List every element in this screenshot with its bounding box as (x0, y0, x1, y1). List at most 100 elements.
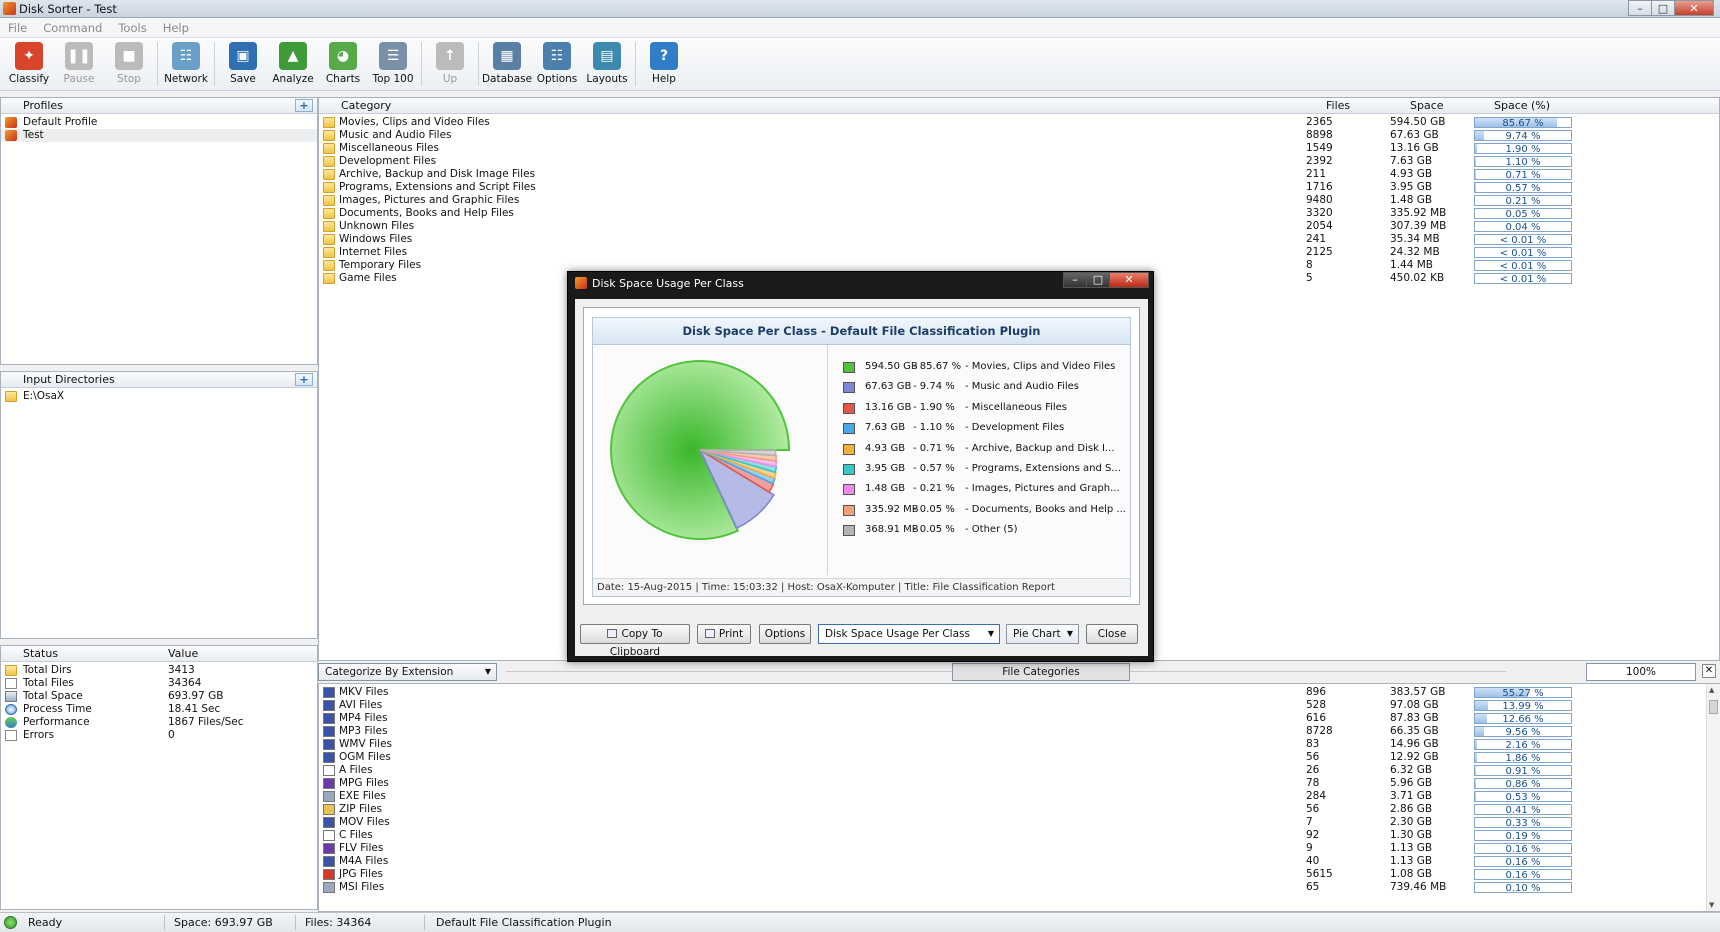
space-col-header[interactable]: Space (1410, 98, 1444, 113)
row-space: 1.08 GB (1390, 868, 1433, 880)
category-col-header[interactable]: Category (341, 98, 391, 113)
classify-button[interactable]: ✦ Classify (4, 38, 54, 88)
top-100-button[interactable]: ☰ Top 100 (368, 38, 418, 88)
pause-icon: ❚❚ (65, 42, 93, 70)
value-col-header: Value (168, 647, 199, 660)
row-files: 2125 (1306, 246, 1333, 258)
profile-item[interactable]: Default Profile (1, 116, 317, 129)
dialog-close-button[interactable]: Close (1086, 624, 1138, 644)
add-profile-button[interactable]: + (295, 99, 313, 112)
categorize-select[interactable]: Categorize By Extension ▼ (318, 663, 497, 681)
analyze-button[interactable]: ▲ Analyze (268, 38, 318, 88)
chart-panel: Disk Space Per Class - Default File Clas… (592, 317, 1131, 597)
table-row[interactable]: C Files 92 1.30 GB 0.19 % (319, 829, 1719, 842)
table-row[interactable]: Miscellaneous Files 1549 13.16 GB 1.90 % (319, 142, 1719, 155)
file-type-icon (323, 869, 335, 880)
table-row[interactable]: MKV Files 896 383.57 GB 55.27 % (319, 686, 1719, 699)
files-col-header[interactable]: Files (1326, 98, 1350, 113)
menu-file[interactable]: File (0, 21, 35, 35)
layouts-button[interactable]: ▤ Layouts (582, 38, 632, 88)
row-name: OGM Files (339, 751, 391, 763)
table-row[interactable]: Images, Pictures and Graphic Files 9480 1.… (319, 194, 1719, 207)
row-files: 7 (1306, 816, 1313, 828)
table-row[interactable]: WMV Files 83 14.96 GB 2.16 % (319, 738, 1719, 751)
zoom-value: 100% (1625, 666, 1657, 678)
table-row[interactable]: Windows Files 241 35.34 MB < 0.01 % (319, 233, 1719, 246)
row-space: 14.96 GB (1390, 738, 1439, 750)
dialog-maximize-button[interactable]: □ (1086, 272, 1110, 288)
directory-item[interactable]: E:\OsaX (1, 390, 317, 403)
row-space: 3.71 GB (1390, 790, 1433, 802)
table-row[interactable]: ZIP Files 56 2.86 GB 0.41 % (319, 803, 1719, 816)
table-row[interactable]: MSI Files 65 739.46 MB 0.10 % (319, 881, 1719, 894)
table-row[interactable]: Unknown Files 2054 307.39 MB 0.04 % (319, 220, 1719, 233)
charts-button[interactable]: ◕ Charts (318, 38, 368, 88)
network-button[interactable]: ☷ Network (161, 38, 211, 88)
dialog-body: Disk Space Per Class - Default File Clas… (575, 299, 1148, 658)
stop-button[interactable]: ■ Stop (104, 38, 154, 88)
status-value: 693.97 GB (168, 690, 224, 702)
space-percent-bar: 0.05 % (1474, 208, 1572, 220)
table-row[interactable]: Archive, Backup and Disk Image Files 211 4… (319, 168, 1719, 181)
database-button[interactable]: ▦ Database (482, 38, 532, 88)
menu-command[interactable]: Command (35, 21, 110, 35)
table-row[interactable]: Internet Files 2125 24.32 MB < 0.01 % (319, 246, 1719, 259)
space-percent-bar: 12.66 % (1474, 713, 1572, 725)
table-row[interactable]: Programs, Extensions and Script Files 171… (319, 181, 1719, 194)
legend-label: - Archive, Backup and Disk I... (965, 442, 1115, 454)
table-row[interactable]: Music and Audio Files 8898 67.63 GB 9.74 % (319, 129, 1719, 142)
table-row[interactable]: JPG Files 5615 1.08 GB 0.16 % (319, 868, 1719, 881)
close-button[interactable]: ✕ (1674, 0, 1714, 16)
table-row[interactable]: FLV Files 9 1.13 GB 0.16 % (319, 842, 1719, 855)
table-row[interactable]: AVI Files 528 97.08 GB 13.99 % (319, 699, 1719, 712)
table-row[interactable]: MP4 Files 616 87.83 GB 12.66 % (319, 712, 1719, 725)
table-row[interactable]: A Files 26 6.32 GB 0.91 % (319, 764, 1719, 777)
table-row[interactable]: Documents, Books and Help Files 3320 335.9… (319, 207, 1719, 220)
scroll-up-icon[interactable]: ▲ (1709, 686, 1718, 694)
options-button[interactable]: Options (759, 624, 811, 644)
table-row[interactable]: M4A Files 40 1.13 GB 0.16 % (319, 855, 1719, 868)
toolbar-label: Layouts (586, 73, 628, 85)
space-percent-bar: 0.71 % (1474, 169, 1572, 181)
table-row[interactable]: MOV Files 7 2.30 GB 0.33 % (319, 816, 1719, 829)
table-row[interactable]: MPG Files 78 5.96 GB 0.86 % (319, 777, 1719, 790)
add-directory-button[interactable]: + (295, 373, 313, 386)
save-button[interactable]: ▣ Save (218, 38, 268, 88)
close-panel-icon[interactable]: ✕ (1702, 664, 1716, 678)
scrollbar-thumb[interactable] (1709, 700, 1718, 714)
table-row[interactable]: MP3 Files 8728 66.35 GB 9.56 % (319, 725, 1719, 738)
print-button[interactable]: Print (697, 624, 751, 644)
space-percent-bar: 0.91 % (1474, 765, 1572, 777)
space-pct-col-header[interactable]: Space (%) (1494, 98, 1550, 113)
pause-button[interactable]: ❚❚ Pause (54, 38, 104, 88)
up-button[interactable]: ↑ Up (425, 38, 475, 88)
extensions-scrollbar[interactable]: ▲ ▼ (1706, 684, 1720, 911)
table-row[interactable]: Development Files 2392 7.63 GB 1.10 % (319, 155, 1719, 168)
row-name: WMV Files (339, 738, 393, 750)
profile-item[interactable]: Test (1, 129, 317, 142)
profiles-panel: Profiles + Default Profile Test (0, 97, 318, 365)
toolbar-label: Stop (117, 73, 141, 85)
table-row[interactable]: OGM Files 56 12.92 GB 1.86 % (319, 751, 1719, 764)
menu-help[interactable]: Help (155, 21, 197, 35)
chart-type-select[interactable]: Pie Chart ▼ (1006, 624, 1079, 644)
scroll-down-icon[interactable]: ▼ (1709, 901, 1718, 909)
table-row[interactable]: EXE Files 284 3.71 GB 0.53 % (319, 790, 1719, 803)
help-button[interactable]: ? Help (639, 38, 689, 88)
report-type-select[interactable]: Disk Space Usage Per Class ▼ (818, 624, 1000, 644)
dialog-minimize-button[interactable]: – (1063, 272, 1087, 288)
app-icon (3, 2, 16, 15)
space-percent-bar: 0.21 % (1474, 195, 1572, 207)
dialog-close-x-button[interactable]: ✕ (1109, 272, 1149, 288)
table-row[interactable]: Movies, Clips and Video Files 2365 594.50 … (319, 116, 1719, 129)
maximize-button[interactable]: □ (1651, 0, 1675, 16)
zoom-field[interactable]: 100% (1586, 663, 1696, 681)
menu-tools[interactable]: Tools (110, 21, 154, 35)
folder-icon (323, 195, 335, 206)
copy-to-clipboard-button[interactable]: Copy To Clipboard (580, 624, 690, 658)
row-space: 3.95 GB (1390, 181, 1433, 193)
tab-file-categories[interactable]: File Categories (952, 663, 1130, 681)
options-button[interactable]: ☷ Options (532, 38, 582, 88)
row-space: 1.30 GB (1390, 829, 1433, 841)
minimize-button[interactable]: – (1628, 0, 1652, 16)
